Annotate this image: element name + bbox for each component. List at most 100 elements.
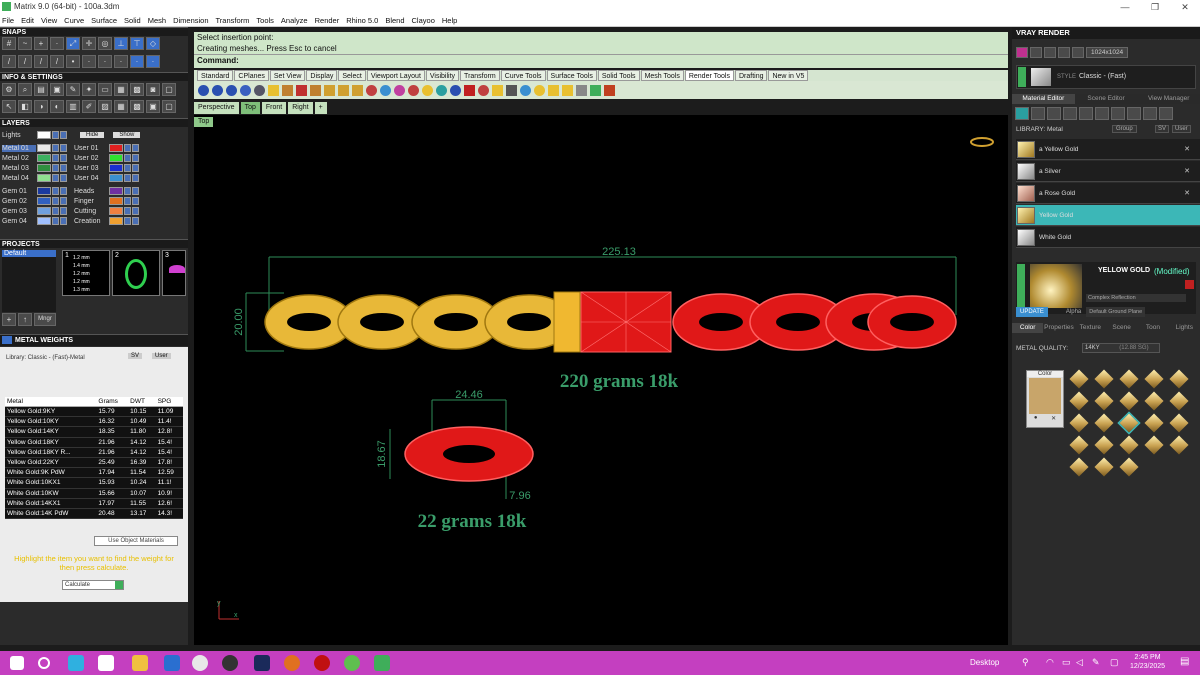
metal-color-cube[interactable]	[1069, 391, 1089, 411]
hide-button[interactable]: Hide	[80, 132, 105, 138]
search-icon[interactable]	[38, 657, 50, 669]
viewport-top[interactable]: 225.13 20.00 220 grams 18k 24.46 18.67 7…	[194, 115, 1008, 645]
tab-visibility[interactable]: Visibility	[425, 70, 460, 81]
tab-view-manager[interactable]: View Manager	[1137, 94, 1200, 104]
layer-color-swatch[interactable]	[109, 187, 123, 195]
metal-color-cube[interactable]	[1094, 391, 1114, 411]
metal-color-cube[interactable]	[1069, 369, 1089, 389]
eyedropper-icon[interactable]: ●	[1034, 415, 1038, 422]
menu-rhino[interactable]: Rhino 5.0	[346, 14, 378, 26]
layer-visible-icon[interactable]	[60, 131, 67, 139]
reset-material-icon[interactable]	[1185, 280, 1194, 289]
color-swatch[interactable]	[1029, 378, 1061, 414]
layer-row[interactable]: Metal 02 User 02	[2, 153, 139, 163]
layer-color-swatch[interactable]	[37, 217, 51, 225]
layer-lock-icon[interactable]	[52, 217, 59, 225]
material-item[interactable]: White Gold	[1016, 227, 1200, 248]
viewport-tab-top[interactable]: Top	[240, 102, 260, 114]
tab-new-in-v5[interactable]: New in V5	[768, 70, 809, 81]
wood-icon[interactable]	[1079, 107, 1093, 120]
project-default[interactable]: Default	[2, 250, 56, 257]
table-row[interactable]: Yellow Gold:10KY 16.32 10.49 11.4!	[5, 416, 183, 428]
edit-icon[interactable]	[310, 84, 321, 96]
layer-lock-icon[interactable]	[124, 154, 131, 162]
layer-visible-icon[interactable]	[60, 197, 67, 205]
project-thumbnail[interactable]: 1 1.2 mm 1.4 mm 1.2 mm 1.2 mm 1.3 mm	[62, 250, 110, 296]
settings-gear-icon[interactable]: ⚙	[2, 83, 16, 96]
tab-set-view[interactable]: Set View	[269, 70, 306, 81]
wand-icon[interactable]: ✦	[82, 83, 96, 96]
paint-icon[interactable]	[1111, 107, 1125, 120]
camera-icon[interactable]: ◙	[146, 83, 160, 96]
point-light-icon[interactable]	[352, 84, 363, 96]
pen-icon[interactable]	[492, 84, 503, 96]
viewport-tab-add[interactable]: +	[314, 102, 327, 114]
weights-sv-button[interactable]: SV	[128, 353, 143, 359]
snap-mid-icon[interactable]: ✛	[82, 37, 96, 50]
settings-icon[interactable]	[1058, 47, 1070, 58]
tab-scene-editor[interactable]: Scene Editor	[1074, 94, 1138, 104]
play-render-icon[interactable]	[590, 84, 601, 96]
metal-color-cube[interactable]	[1144, 391, 1164, 411]
layer-visible-icon[interactable]	[60, 174, 67, 182]
table-row[interactable]: Yellow Gold:14KY 18.35 11.80 12.8!	[5, 426, 183, 438]
menu-transform[interactable]: Transform	[216, 14, 250, 26]
update-button[interactable]: UPDATE	[1016, 307, 1048, 317]
layer-row[interactable]: Metal 04 User 04	[2, 173, 139, 183]
tray-chat-icon[interactable]: ▢	[1110, 657, 1119, 668]
gold-chain-links[interactable]	[264, 291, 581, 353]
snap-line-icon[interactable]: /	[2, 55, 16, 68]
layer-icon[interactable]: ▤	[34, 83, 48, 96]
layer-color-swatch[interactable]	[37, 144, 51, 152]
chrome-icon[interactable]	[344, 655, 360, 671]
layer-lock-icon[interactable]	[124, 217, 131, 225]
tray-pen-icon[interactable]: ✎	[1092, 657, 1100, 668]
column-header[interactable]: SPG	[155, 397, 183, 407]
metal-color-cube[interactable]	[1144, 435, 1164, 455]
desktop-label[interactable]: Desktop	[970, 658, 999, 667]
tab-surface-tools[interactable]: Surface Tools	[546, 70, 597, 81]
frame-icon[interactable]: ▢	[162, 83, 176, 96]
color-swatch-box[interactable]: Color ● ✕	[1026, 370, 1064, 428]
brush-icon[interactable]	[282, 84, 293, 96]
minimize-button[interactable]: —	[1110, 0, 1140, 14]
snap-grid-icon[interactable]: #	[2, 37, 16, 50]
layer-lock-icon[interactable]	[124, 144, 131, 152]
tray-volume-icon[interactable]: ◁	[1076, 657, 1083, 668]
layer-lock-icon[interactable]	[52, 131, 59, 139]
tab-solid-tools[interactable]: Solid Tools	[597, 70, 640, 81]
tab-viewport-layout[interactable]: Viewport Layout	[366, 70, 425, 81]
table-row[interactable]: Yellow Gold:22KY 25.49 16.39 17.8!	[5, 457, 183, 469]
metal-color-cube[interactable]	[1144, 413, 1164, 433]
viewport-label[interactable]: Top	[194, 117, 214, 127]
add-project-icon[interactable]: +	[2, 313, 16, 326]
view-icon[interactable]: ▢	[162, 100, 176, 113]
metal-color-cube[interactable]	[1094, 369, 1114, 389]
image-icon[interactable]: ▦	[114, 83, 128, 96]
metal-color-cube[interactable]	[1119, 369, 1139, 389]
snap-end-icon[interactable]: ⤢	[66, 37, 80, 50]
metal-weights-header[interactable]: METAL WEIGHTS	[0, 334, 188, 346]
snap-dot-icon[interactable]: •	[66, 55, 80, 68]
store-icon[interactable]	[164, 655, 180, 671]
tab-drafting[interactable]: Drafting	[734, 70, 768, 81]
metal-color-cube[interactable]	[1069, 457, 1089, 477]
layer-visible-icon[interactable]	[60, 144, 67, 152]
table-row[interactable]: Yellow Gold:18KY R... 21.96 14.12 15.4!	[5, 447, 183, 458]
layer-row[interactable]: Gem 02 Finger	[2, 196, 139, 206]
layer-row[interactable]: Metal 01 User 01	[2, 143, 139, 153]
ruler-icon[interactable]: ▭	[98, 83, 112, 96]
tab-select[interactable]: Select	[338, 70, 366, 81]
mesh-render-icon[interactable]	[394, 84, 405, 96]
layer-visible-icon[interactable]	[60, 187, 67, 195]
snap-perp-icon[interactable]: ⊥	[114, 37, 128, 50]
metal-sphere-icon[interactable]	[1047, 107, 1061, 120]
layer-visible-icon[interactable]	[132, 174, 139, 182]
layer-color-swatch[interactable]	[109, 197, 123, 205]
use-object-materials-button[interactable]: Use Object Materials	[94, 536, 178, 546]
tab-transform[interactable]: Transform	[460, 70, 500, 81]
weights-user-button[interactable]: User	[152, 353, 171, 359]
upload-project-icon[interactable]: ↑	[18, 313, 32, 326]
drop-icon[interactable]	[520, 84, 531, 96]
snap-line2-icon[interactable]: /	[18, 55, 32, 68]
